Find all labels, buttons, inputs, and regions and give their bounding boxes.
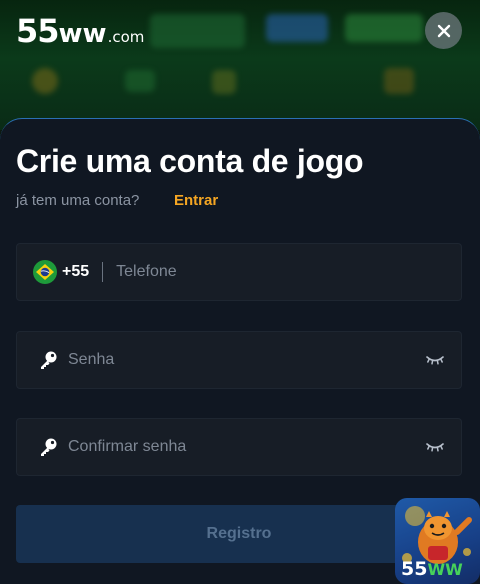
background-icon-blur — [384, 68, 414, 94]
background-logo-blur — [150, 14, 245, 48]
badge-logo: 55WW — [401, 558, 463, 580]
page-title: Crie uma conta de jogo — [16, 143, 364, 179]
confirm-password-input[interactable]: Confirmar senha — [68, 438, 186, 456]
background-icon-blur — [32, 68, 58, 94]
confirm-password-field[interactable]: Confirmar senha — [16, 418, 462, 476]
brazil-flag-icon — [33, 260, 57, 284]
phone-input[interactable]: Telefone — [116, 263, 177, 281]
badge-ww: WW — [427, 560, 463, 579]
field-divider — [102, 262, 104, 282]
background-icon-blur — [125, 70, 155, 92]
close-icon — [437, 24, 450, 37]
login-link[interactable]: Entrar — [174, 192, 218, 209]
logo-domain: .com — [107, 28, 145, 46]
badge-number: 55 — [401, 558, 428, 580]
phone-field[interactable]: +55 Telefone — [16, 243, 462, 301]
logo-number: 55 — [16, 12, 60, 50]
background-button-blur — [266, 14, 328, 42]
eye-closed-icon[interactable] — [425, 439, 445, 455]
country-code[interactable]: +55 — [62, 263, 89, 281]
key-icon — [41, 351, 57, 369]
eye-closed-icon[interactable] — [425, 352, 445, 368]
password-input[interactable]: Senha — [68, 351, 114, 369]
site-logo: 55 ww .com — [16, 12, 144, 52]
close-button[interactable] — [425, 12, 462, 49]
background-button-blur — [345, 14, 423, 42]
key-icon — [41, 438, 57, 456]
background-icon-blur — [212, 70, 236, 94]
app-promo-badge[interactable]: 55WW — [395, 498, 480, 584]
login-prompt: já tem uma conta? — [16, 192, 140, 209]
password-field[interactable]: Senha — [16, 331, 462, 389]
logo-ww: ww — [58, 19, 107, 49]
